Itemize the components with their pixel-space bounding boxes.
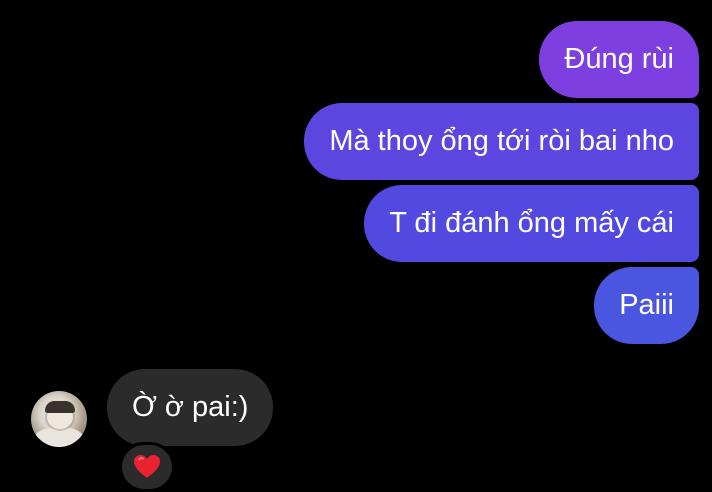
outgoing-message[interactable]: Đúng rùi xyxy=(539,21,699,98)
outgoing-message[interactable]: Paiii xyxy=(594,267,699,344)
message-reaction[interactable] xyxy=(119,442,175,492)
outgoing-message[interactable]: T đi đánh ổng mấy cái xyxy=(364,185,699,262)
message-text: T đi đánh ổng mấy cái xyxy=(389,207,674,239)
avatar-photo-pillow xyxy=(35,427,83,447)
sender-avatar[interactable] xyxy=(31,391,87,447)
heart-icon xyxy=(134,455,160,478)
message-text: Paiii xyxy=(619,289,674,321)
avatar-photo-hair xyxy=(45,401,75,413)
message-text: Ờ ờ pai:) xyxy=(132,391,249,423)
message-text: Đúng rùi xyxy=(564,43,674,75)
message-text: Mà thoy ổng tới ròi bai nho xyxy=(329,125,674,157)
incoming-message[interactable]: Ờ ờ pai:) xyxy=(107,369,274,446)
outgoing-message[interactable]: Mà thoy ổng tới ròi bai nho xyxy=(304,103,699,180)
chat-thread: Đúng rùi Mà thoy ổng tới ròi bai nho T đ… xyxy=(0,0,712,492)
